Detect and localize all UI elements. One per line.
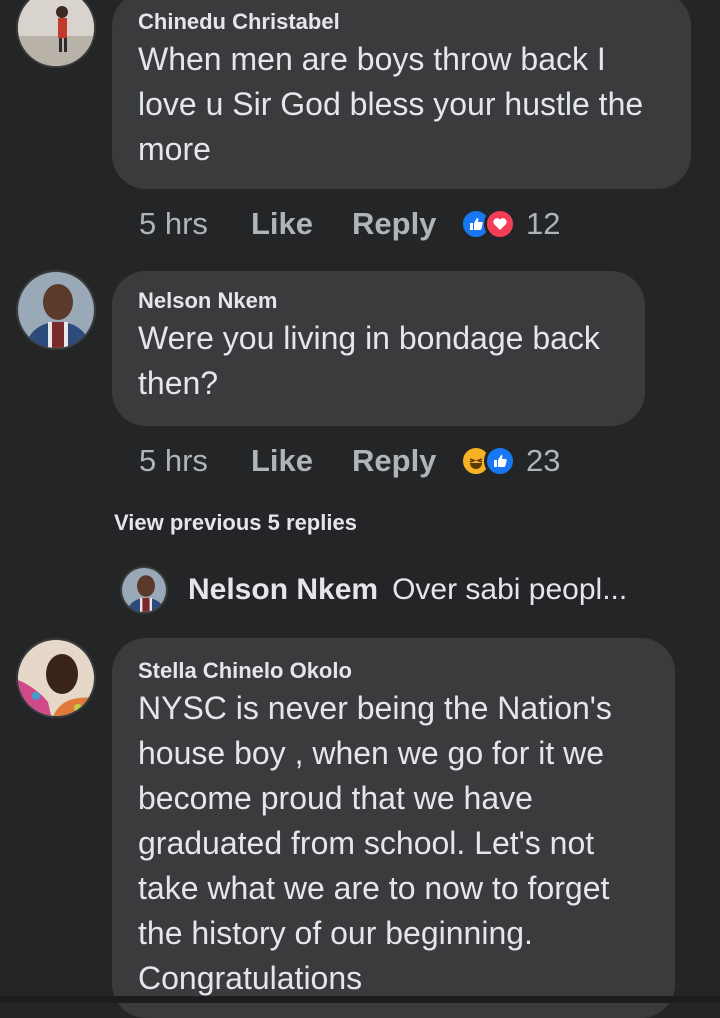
comment-author[interactable]: Chinedu Christabel [138,9,665,35]
timestamp[interactable]: 5 hrs [139,206,251,242]
avatar[interactable] [16,270,96,350]
comment-actions: 5 hrs Like Reply 12 [139,204,560,244]
comment-author[interactable]: Stella Chinelo Okolo [138,658,649,684]
comment-bubble: Chinedu Christabel When men are boys thr… [112,0,691,189]
avatar[interactable] [120,566,168,614]
collapsed-reply[interactable]: Nelson Nkem Over sabi peopl... [120,566,627,614]
timestamp[interactable]: 5 hrs [139,443,251,479]
reaction-summary[interactable] [460,208,516,240]
comment-text: When men are boys throw back I love u Si… [138,41,644,167]
reply-snippet[interactable]: Over sabi peopl... [392,573,627,607]
like-button[interactable]: Like [251,443,352,479]
reaction-summary[interactable] [460,445,516,477]
like-icon [484,445,516,477]
view-previous-replies-link[interactable]: View previous 5 replies [114,510,357,536]
comment-author[interactable]: Nelson Nkem [138,288,619,314]
bottom-divider [0,996,720,1003]
love-icon [484,208,516,240]
comment-bubble: Stella Chinelo Okolo NYSC is never being… [112,638,675,1018]
comment-text: Were you living in bondage back then? [138,320,600,401]
reaction-count[interactable]: 12 [526,206,560,242]
like-button[interactable]: Like [251,206,352,242]
reply-button[interactable]: Reply [352,443,460,479]
comment-text: NYSC is never being the Nation's house b… [138,690,612,996]
avatar[interactable] [16,638,96,718]
comment-bubble: Nelson Nkem Were you living in bondage b… [112,271,645,426]
avatar[interactable] [16,0,96,68]
comment-actions: 5 hrs Like Reply 23 [139,441,560,481]
reaction-count[interactable]: 23 [526,443,560,479]
reply-author[interactable]: Nelson Nkem [188,573,378,607]
reply-button[interactable]: Reply [352,206,460,242]
